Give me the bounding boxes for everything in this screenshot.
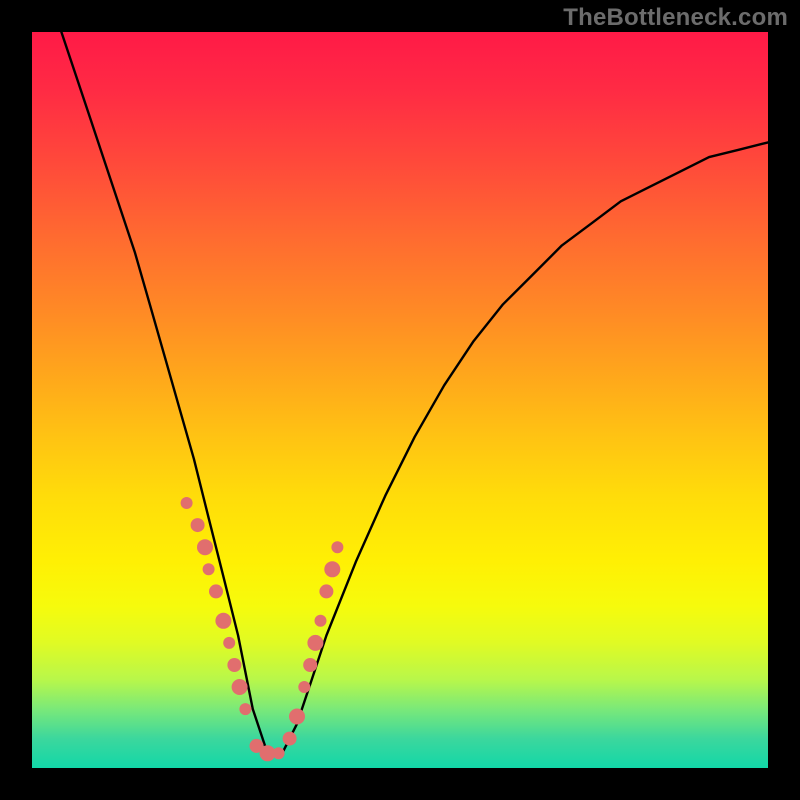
sample-dot [197,539,213,555]
sample-dot [209,584,223,598]
sample-dot [303,658,317,672]
sample-dot [191,518,205,532]
sample-dot [239,703,251,715]
sample-dot [307,635,323,651]
sample-dot [215,613,231,629]
sample-dots-group [181,497,344,761]
sample-dot [223,637,235,649]
watermark-text: TheBottleneck.com [563,4,788,32]
chart-overlay [32,32,768,768]
outer-frame: TheBottleneck.com [0,0,800,800]
sample-dot [298,681,310,693]
sample-dot [203,563,215,575]
sample-dot [227,658,241,672]
sample-dot [324,561,340,577]
sample-dot [331,541,343,553]
sample-dot [315,615,327,627]
sample-dot [283,732,297,746]
sample-dot [273,747,285,759]
plot-area [32,32,768,768]
sample-dot [181,497,193,509]
sample-dot [289,709,305,725]
sample-dot [319,584,333,598]
sample-dot [232,679,248,695]
bottleneck-curve [61,32,768,753]
